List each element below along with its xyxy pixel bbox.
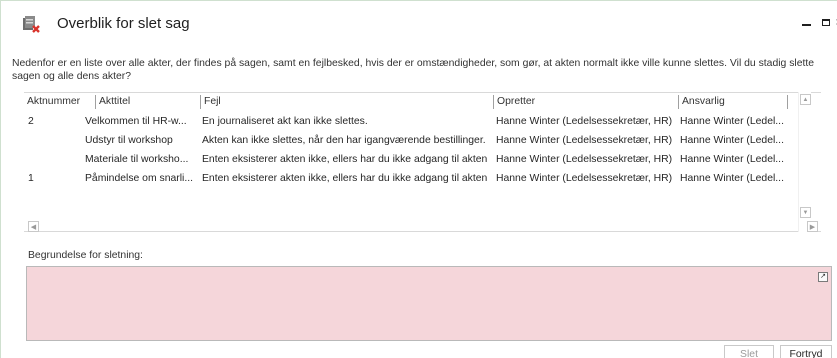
cell-fejl: En journaliseret akt kan ikke slettes. [202,116,368,127]
cell-akttitel: Udstyr til workshop [85,135,173,146]
scroll-left-icon[interactable]: ◀ [28,221,39,232]
vertical-scrollbar[interactable]: ▲ ▼ [798,92,811,232]
table-row[interactable]: Materiale til worksho... Enten eksistere… [24,150,804,169]
cell-ansvarlig: Hanne Winter (Ledel... [680,173,784,184]
cell-opretter: Hanne Winter (Ledelsessekretær, HR) [496,154,673,165]
cell-ansvarlig: Hanne Winter (Ledel... [680,116,784,127]
column-header-aktnummer[interactable]: Aktnummer [27,95,94,109]
maximize-icon [822,18,830,26]
documents-grid[interactable]: Aktnummer Akttitel Fejl Opretter Ansvarl… [24,92,821,232]
cell-fejl: Akten kan ikke slettes, når den har igan… [202,135,486,146]
cell-akttitel: Påmindelse om snarli... [85,173,193,184]
column-header-opretter[interactable]: Opretter [493,95,678,109]
table-row[interactable]: 2 Velkommen til HR-w... En journaliseret… [24,112,804,131]
cell-opretter: Hanne Winter (Ledelsessekretær, HR) [496,116,673,127]
cell-fejl: Enten eksisterer akten ikke, ellers har … [202,154,488,165]
cell-aktnummer [28,153,88,166]
case-delete-icon [23,16,40,33]
cell-aktnummer [28,134,88,147]
title-bar[interactable]: Overblik for slet sag × [1,1,837,41]
dialog-title: Overblik for slet sag [57,15,190,32]
cell-aktnummer: 2 [28,116,34,127]
scroll-right-icon[interactable]: ▶ [807,221,818,232]
column-header-fejl[interactable]: Fejl [200,95,492,109]
reason-label: Begrundelse for sletning: [28,250,143,261]
cancel-button[interactable]: Fortryd [780,345,832,358]
scroll-down-icon[interactable]: ▼ [800,207,811,218]
cell-aktnummer: 1 [28,173,34,184]
cell-akttitel: Materiale til worksho... [85,154,189,165]
cell-ansvarlig: Hanne Winter (Ledel... [680,154,784,165]
delete-button[interactable]: Slet [724,345,774,358]
grid-header: Aktnummer Akttitel Fejl Opretter Ansvarl… [24,93,803,111]
cell-opretter: Hanne Winter (Ledelsessekretær, HR) [496,173,673,184]
cell-opretter: Hanne Winter (Ledelsessekretær, HR) [496,135,673,146]
column-divider [787,95,788,109]
table-row[interactable]: 1 Påmindelse om snarli... Enten eksister… [24,169,804,188]
column-header-akttitel[interactable]: Akttitel [95,95,200,109]
scroll-up-icon[interactable]: ▲ [800,94,811,105]
reason-input[interactable]: ↗ [26,266,832,341]
minimize-icon [801,24,811,26]
column-header-ansvarlig[interactable]: Ansvarlig [678,95,786,109]
minimize-button[interactable] [795,11,817,33]
grid-rows: 2 Velkommen til HR-w... En journaliseret… [24,112,804,188]
horizontal-scrollbar[interactable]: ◀ ▶ [28,220,818,233]
table-row[interactable]: Udstyr til workshop Akten kan ikke slett… [24,131,804,150]
cell-ansvarlig: Hanne Winter (Ledel... [680,135,784,146]
expand-icon[interactable]: ↗ [818,272,828,282]
delete-case-dialog: Overblik for slet sag × Nedenfor er en l… [0,0,837,358]
cell-akttitel: Velkommen til HR-w... [85,116,187,127]
dialog-description: Nedenfor er en liste over alle akter, de… [12,58,815,82]
close-button[interactable]: × [832,11,837,33]
cell-fejl: Enten eksisterer akten ikke, ellers har … [202,173,488,184]
